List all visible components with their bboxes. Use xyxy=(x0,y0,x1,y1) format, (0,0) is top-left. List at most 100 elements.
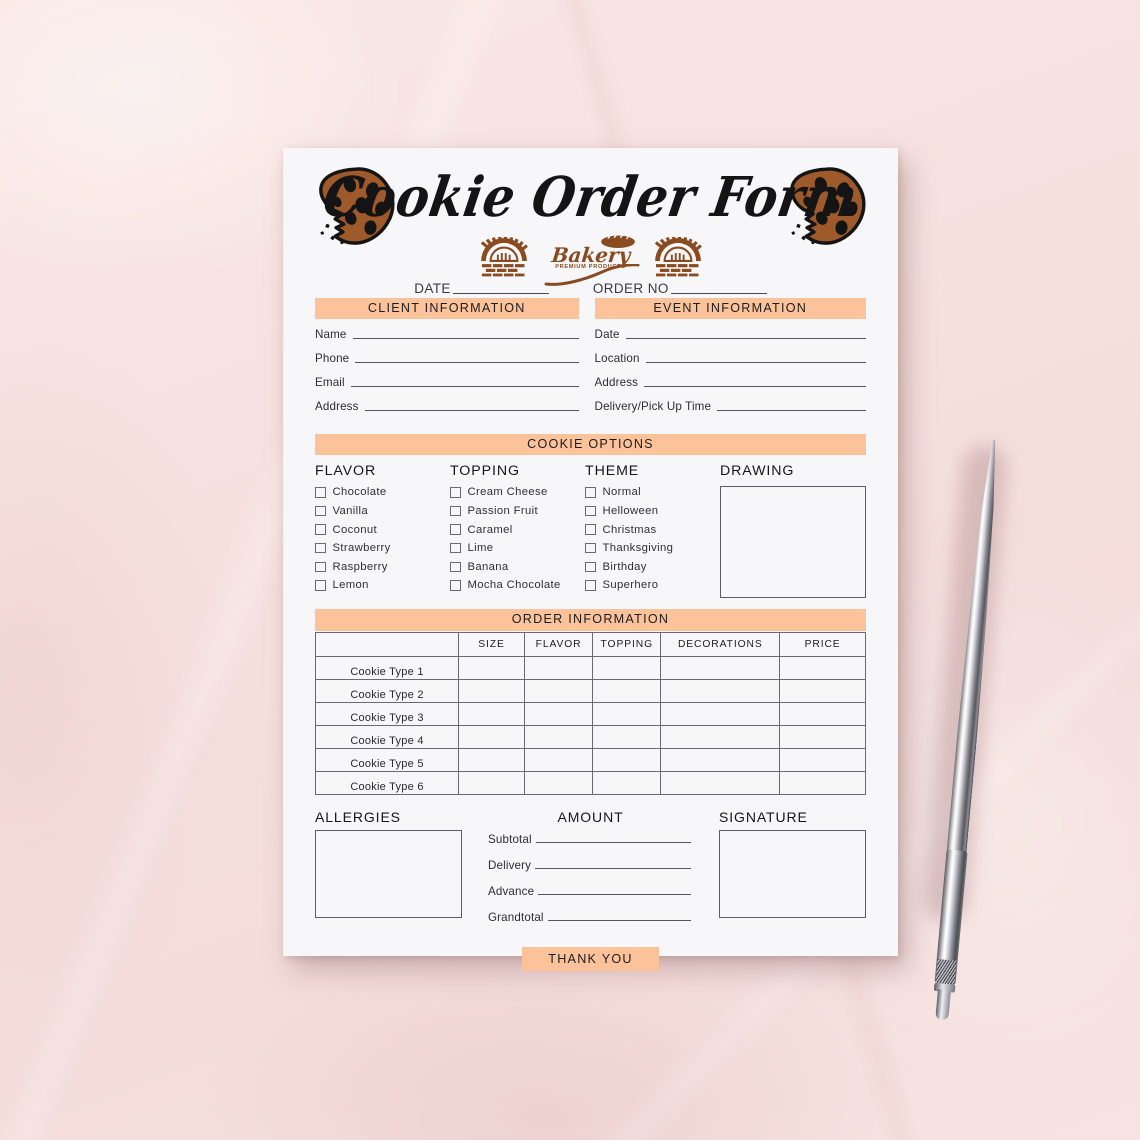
cell-size[interactable] xyxy=(458,678,525,703)
checkbox-icon[interactable] xyxy=(450,561,461,573)
cell-price[interactable] xyxy=(779,678,866,703)
field-rule[interactable] xyxy=(625,337,866,339)
cell-flavor[interactable] xyxy=(523,724,594,749)
checkbox-caramel[interactable]: Caramel xyxy=(450,524,585,536)
checkbox-icon[interactable] xyxy=(315,561,326,573)
checkbox-icon[interactable] xyxy=(315,524,326,535)
field-rule[interactable] xyxy=(645,361,866,363)
cell-topping[interactable] xyxy=(592,747,662,772)
drawing-area[interactable] xyxy=(720,486,866,599)
checkbox-icon[interactable] xyxy=(585,580,596,591)
cell-topping[interactable] xyxy=(592,655,662,680)
checkbox-icon[interactable] xyxy=(585,524,596,535)
cell-decorations[interactable] xyxy=(660,655,781,680)
checkbox-icon[interactable] xyxy=(585,487,596,498)
client-field-email[interactable]: Email xyxy=(315,376,579,389)
cell-price[interactable] xyxy=(779,747,866,772)
cell-size[interactable] xyxy=(458,655,525,680)
checkbox-icon[interactable] xyxy=(585,542,596,554)
cell-size[interactable] xyxy=(458,747,525,772)
checkbox-icon[interactable] xyxy=(450,505,461,517)
amount-field-delivery[interactable]: Delivery xyxy=(488,859,691,872)
cell-price[interactable] xyxy=(779,701,866,726)
cell-topping[interactable] xyxy=(592,770,662,795)
cell-price[interactable] xyxy=(779,724,866,749)
bakery-logo: Bakery PREMIUM PRODUCTS xyxy=(315,232,866,286)
checkbox-chocolate[interactable]: Chocolate xyxy=(315,486,450,498)
checkbox-icon[interactable] xyxy=(315,487,326,498)
checkbox-icon[interactable] xyxy=(450,580,461,591)
field-rule[interactable] xyxy=(535,868,691,870)
row-label: Cookie Type 5 xyxy=(315,747,459,772)
amount-field-subtotal[interactable]: Subtotal xyxy=(488,833,691,846)
cell-price[interactable] xyxy=(779,655,866,680)
cell-decorations[interactable] xyxy=(660,701,781,726)
form-header: Cookie Order Form Bakery PREMIUM PRODUCT… xyxy=(315,148,866,298)
field-rule[interactable] xyxy=(547,920,691,922)
checkbox-icon[interactable] xyxy=(315,505,326,517)
checkbox-vanilla[interactable]: Vanilla xyxy=(315,505,450,517)
cell-price[interactable] xyxy=(779,770,866,795)
event-field-delivery-time[interactable]: Delivery/Pick Up Time xyxy=(595,400,866,413)
cell-flavor[interactable] xyxy=(523,701,594,726)
client-field-address[interactable]: Address xyxy=(315,400,579,413)
checkbox-banana[interactable]: Banana xyxy=(450,561,585,573)
checkbox-thanksgiving[interactable]: Thanksgiving xyxy=(585,542,720,554)
event-field-date[interactable]: Date xyxy=(595,328,866,341)
date-field[interactable]: DATE xyxy=(414,281,549,296)
checkbox-raspberry[interactable]: Raspberry xyxy=(315,561,450,573)
checkbox-normal[interactable]: Normal xyxy=(585,486,720,498)
field-rule[interactable] xyxy=(352,337,579,339)
field-rule[interactable] xyxy=(717,409,866,411)
checkbox-christmas[interactable]: Christmas xyxy=(585,524,720,536)
field-rule[interactable] xyxy=(364,409,579,411)
event-field-address[interactable]: Address xyxy=(595,376,866,389)
amount-field-advance[interactable]: Advance xyxy=(488,885,691,898)
cell-decorations[interactable] xyxy=(660,678,781,703)
cell-decorations[interactable] xyxy=(660,770,781,795)
client-field-name[interactable]: Name xyxy=(315,328,579,341)
cell-topping[interactable] xyxy=(592,701,662,726)
client-field-phone[interactable]: Phone xyxy=(315,352,579,365)
amount-field-grandtotal[interactable]: Grandtotal xyxy=(488,911,691,924)
cell-flavor[interactable] xyxy=(523,747,594,772)
cell-flavor[interactable] xyxy=(523,678,594,703)
checkbox-lemon[interactable]: Lemon xyxy=(315,579,450,591)
checkbox-birthday[interactable]: Birthday xyxy=(585,561,720,573)
date-input-rule[interactable] xyxy=(452,293,549,294)
checkbox-icon[interactable] xyxy=(450,487,461,498)
cell-size[interactable] xyxy=(458,770,525,795)
signature-area[interactable] xyxy=(719,829,866,918)
checkbox-icon[interactable] xyxy=(585,505,596,517)
checkbox-icon[interactable] xyxy=(450,542,461,554)
checkbox-cream-cheese[interactable]: Cream Cheese xyxy=(450,486,585,498)
cell-size[interactable] xyxy=(458,724,525,749)
cell-flavor[interactable] xyxy=(523,770,594,795)
cell-decorations[interactable] xyxy=(660,747,781,772)
field-rule[interactable] xyxy=(538,894,691,896)
allergies-area[interactable] xyxy=(315,829,462,918)
checkbox-lime[interactable]: Lime xyxy=(450,542,585,554)
field-rule[interactable] xyxy=(350,385,579,387)
cell-flavor[interactable] xyxy=(523,655,594,680)
order-no-input-rule[interactable] xyxy=(670,293,767,294)
cell-decorations[interactable] xyxy=(660,724,781,749)
field-rule[interactable] xyxy=(535,842,691,844)
checkbox-mocha-chocolate[interactable]: Mocha Chocolate xyxy=(450,579,585,591)
checkbox-icon[interactable] xyxy=(315,580,326,591)
checkbox-strawberry[interactable]: Strawberry xyxy=(315,542,450,554)
checkbox-helloween[interactable]: Helloween xyxy=(585,505,720,517)
checkbox-superhero[interactable]: Superhero xyxy=(585,579,720,591)
checkbox-icon[interactable] xyxy=(450,524,461,535)
checkbox-passion-fruit[interactable]: Passion Fruit xyxy=(450,505,585,517)
checkbox-coconut[interactable]: Coconut xyxy=(315,524,450,536)
cell-size[interactable] xyxy=(458,701,525,726)
cell-topping[interactable] xyxy=(592,724,662,749)
checkbox-icon[interactable] xyxy=(585,561,596,573)
field-rule[interactable] xyxy=(355,361,579,363)
event-field-location[interactable]: Location xyxy=(595,352,866,365)
field-rule[interactable] xyxy=(644,385,866,387)
cell-topping[interactable] xyxy=(592,678,662,703)
checkbox-icon[interactable] xyxy=(315,542,326,554)
order-no-field[interactable]: ORDER NO xyxy=(593,281,767,296)
